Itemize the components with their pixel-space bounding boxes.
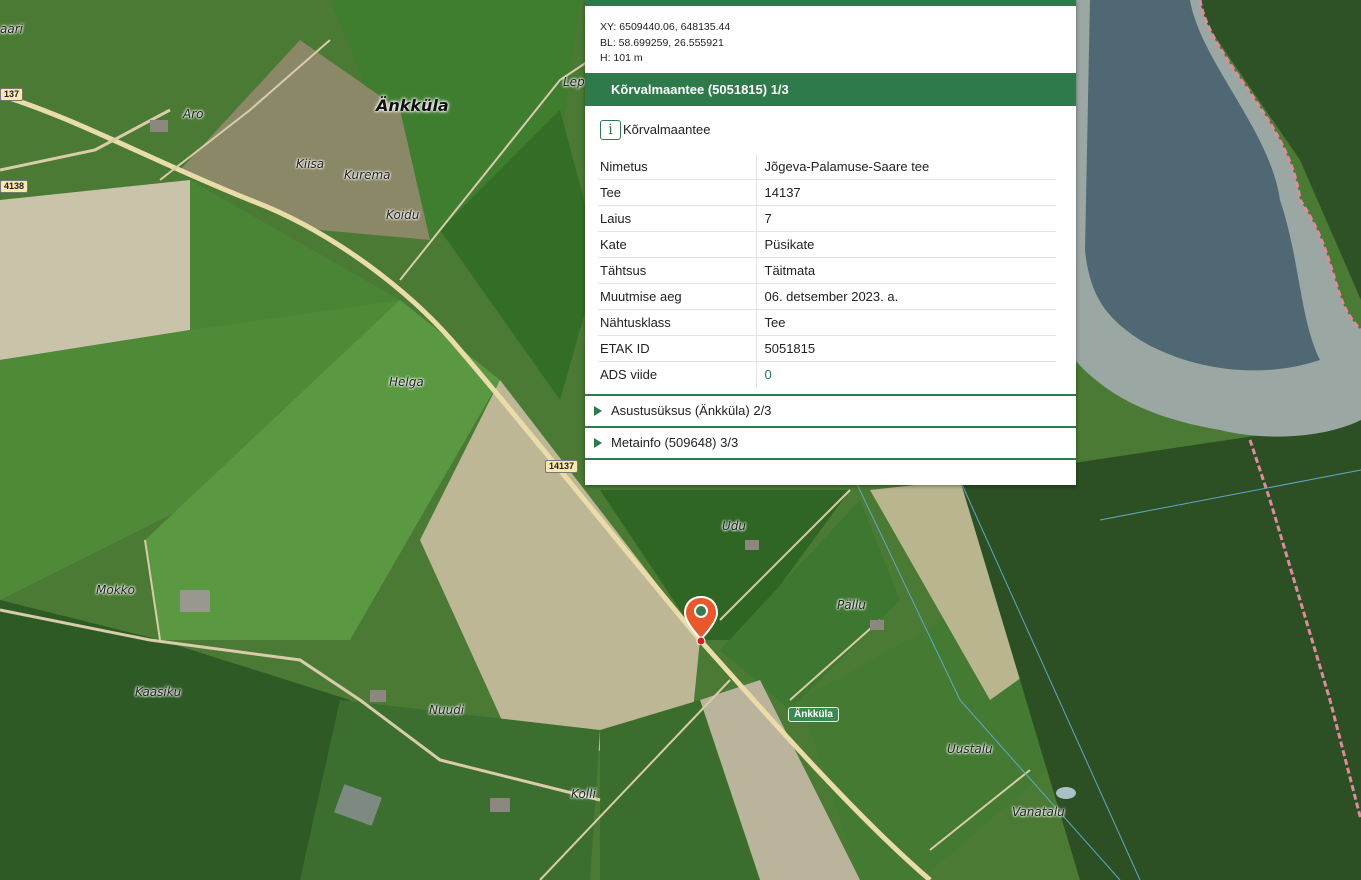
- place-label: Koidu: [386, 208, 420, 222]
- ads-link[interactable]: 0: [765, 367, 772, 382]
- map-pin-icon[interactable]: [683, 595, 719, 645]
- expand-triangle-icon: [594, 437, 602, 448]
- attr-key: Nähtusklass: [598, 309, 757, 336]
- place-label: Nuudi: [429, 703, 465, 717]
- attr-key: Kate: [598, 231, 757, 258]
- attribute-table: Nimetus Jõgeva-Palamuse-Saare tee Tee 1413…: [598, 153, 1056, 388]
- place-label: Kaasiku: [135, 685, 182, 699]
- place-label: Mokko: [96, 583, 135, 597]
- coordinates-block: XY: 6509440.06, 648135.44 BL: 58.699259,…: [585, 6, 1076, 67]
- feature-type: i Kõrvalmaantee: [585, 106, 1076, 140]
- road-number-shield: 4138: [0, 180, 29, 193]
- height-value: H: 101 m: [600, 52, 643, 64]
- feature-type-label: Kõrvalmaantee: [623, 122, 711, 137]
- place-label: Helga: [389, 375, 424, 389]
- bl-coordinates: BL: 58.699259, 26.555921: [600, 36, 724, 49]
- section-metainfo[interactable]: Metainfo (509648) 3/3: [585, 425, 1076, 458]
- attr-value: 06. detsember 2023. a.: [756, 283, 1056, 310]
- attr-key: Muutmise aeg: [598, 283, 757, 310]
- place-label: Lep: [563, 75, 585, 89]
- section-label: Metainfo (509648) 3/3: [611, 435, 739, 450]
- section-settlement-unit[interactable]: Asustusüksus (Änkküla) 2/3: [585, 393, 1076, 426]
- place-label: Kolli: [571, 787, 596, 801]
- section-divider: [585, 457, 1076, 460]
- attr-key: Tähtsus: [598, 257, 757, 284]
- attr-key: ETAK ID: [598, 335, 757, 362]
- table-row: Laius 7: [598, 205, 1056, 232]
- info-icon[interactable]: i: [600, 119, 621, 140]
- place-label: Pällu: [837, 598, 866, 612]
- place-label: aari: [0, 22, 23, 36]
- attr-value: Püsikate: [756, 231, 1056, 258]
- attr-value: 5051815: [756, 335, 1056, 362]
- attr-key: Nimetus: [598, 153, 757, 180]
- expand-triangle-icon: [594, 405, 602, 416]
- table-row: Nähtusklass Tee: [598, 309, 1056, 336]
- feature-info-popup: XY: 6509440.06, 648135.44 BL: 58.699259,…: [585, 0, 1076, 485]
- road-number-shield: 14137: [545, 460, 579, 473]
- section-label: Asustusüksus (Änkküla) 2/3: [611, 403, 772, 418]
- place-label: Kiisa: [296, 157, 325, 171]
- attr-value: Jõgeva-Palamuse-Saare tee: [756, 153, 1056, 180]
- settlement-badge: Änkküla: [788, 707, 839, 722]
- table-row: Tee 14137: [598, 179, 1056, 206]
- attr-value: Täitmata: [756, 257, 1056, 284]
- attr-key: Laius: [598, 205, 757, 232]
- attr-value: 14137: [756, 179, 1056, 206]
- table-row: ADS viide 0: [598, 361, 1056, 388]
- xy-coordinates: XY: 6509440.06, 648135.44: [600, 21, 731, 33]
- table-row: Tähtsus Täitmata: [598, 257, 1056, 284]
- place-label: Uustalu: [947, 742, 993, 756]
- attr-key: ADS viide: [598, 361, 757, 388]
- table-row: Muutmise aeg 06. detsember 2023. a.: [598, 283, 1056, 310]
- attr-key: Tee: [598, 179, 757, 206]
- place-label: Vanatalu: [1012, 805, 1065, 819]
- village-label: Änkküla: [376, 96, 449, 115]
- place-label: Aro: [183, 107, 204, 121]
- feature-header[interactable]: Kõrvalmaantee (5051815) 1/3: [585, 72, 1076, 106]
- attr-value: 7: [756, 205, 1056, 232]
- table-row: Kate Püsikate: [598, 231, 1056, 258]
- place-label: Udu: [722, 519, 747, 533]
- attr-value: Tee: [756, 309, 1056, 336]
- place-label: Kurema: [344, 168, 391, 182]
- table-row: Nimetus Jõgeva-Palamuse-Saare tee: [598, 153, 1056, 180]
- road-number-shield: 137: [0, 88, 24, 101]
- table-row: ETAK ID 5051815: [598, 335, 1056, 362]
